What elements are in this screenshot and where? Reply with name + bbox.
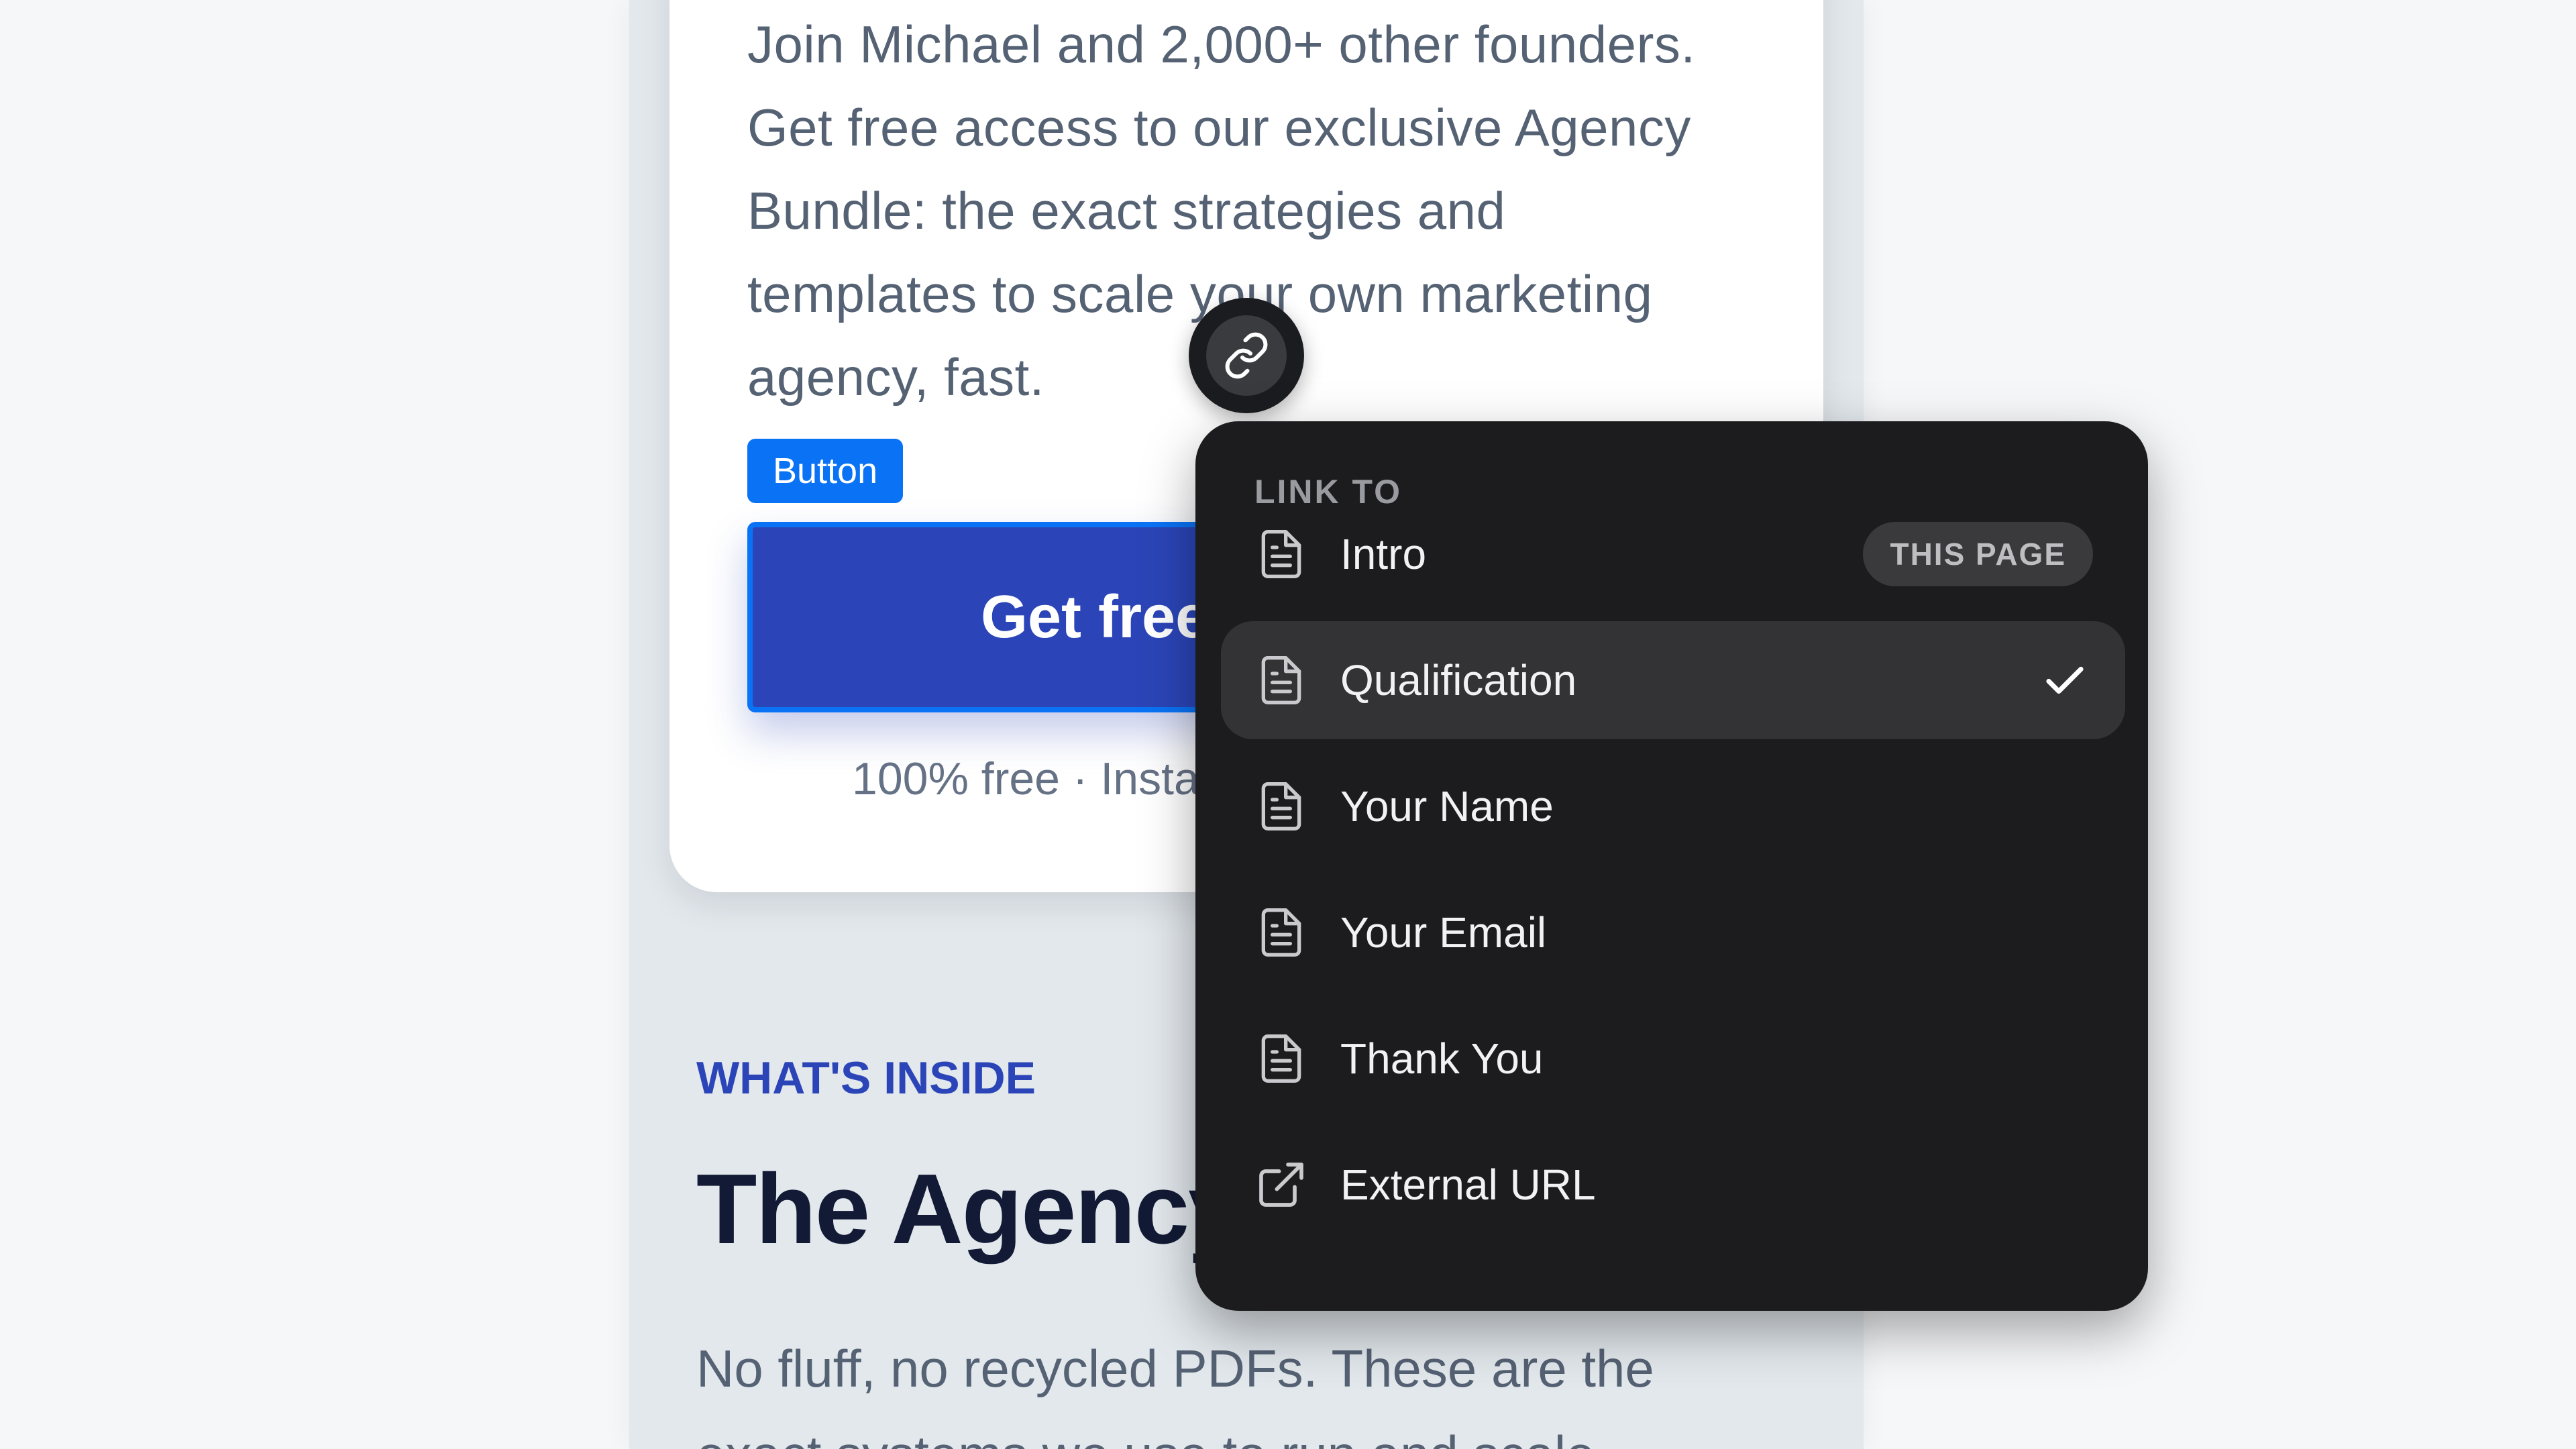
menu-item-label: Intro [1340,530,1427,578]
cta-subtext: 100% free · Insta [852,753,1199,804]
document-icon [1261,782,1301,830]
menu-item-label: External URL [1340,1161,1596,1209]
section-heading: The Agency [696,1154,1243,1265]
hero-line: Join Michael and 2,000+ other founders. [747,15,1696,74]
cta-button-label: Get free [981,583,1210,651]
menu-item-thank-you[interactable]: Thank You [1221,1000,2125,1118]
hero-line: Get free access to our exclusive Agency [747,98,1691,157]
editor-canvas: Join Michael and 2,000+ other founders. … [0,0,2576,1449]
this-page-badge: THIS PAGE [1863,522,2093,586]
section-body-line: No fluff, no recycled PDFs. These are th… [696,1339,1654,1398]
section-body-line: exact systems we use to run and scale [696,1411,1823,1449]
menu-item-intro[interactable]: Intro THIS PAGE [1221,495,2125,613]
menu-item-qualification[interactable]: Qualification [1221,621,2125,739]
menu-item-your-email[interactable]: Your Email [1221,873,2125,991]
document-icon [1261,656,1301,704]
menu-item-label: Your Name [1340,782,1554,830]
menu-item-label: Thank You [1340,1034,1544,1083]
section-body: No fluff, no recycled PDFs. These are th… [696,1326,1823,1449]
hero-line: Bundle: the exact strategies and [747,181,1506,240]
menu-item-label: Qualification [1340,656,1577,704]
document-icon [1261,1034,1301,1083]
link-button[interactable] [1189,298,1304,413]
menu-item-external-url[interactable]: External URL [1221,1126,2125,1244]
menu-item-label: Your Email [1340,908,1547,957]
link-button-inner [1206,315,1287,396]
element-type-tag: Button [747,439,904,503]
link-icon [1225,332,1268,379]
document-icon [1261,908,1301,957]
document-icon [1261,530,1301,578]
checkmark-icon [2046,666,2084,694]
external-link-icon [1259,1163,1303,1207]
menu-item-your-name[interactable]: Your Name [1221,747,2125,865]
link-to-menu: LINK TO Intro THIS PAGE Qualification Yo… [1195,421,2148,1311]
section-eyebrow: WHAT'S INSIDE [696,1053,1036,1104]
